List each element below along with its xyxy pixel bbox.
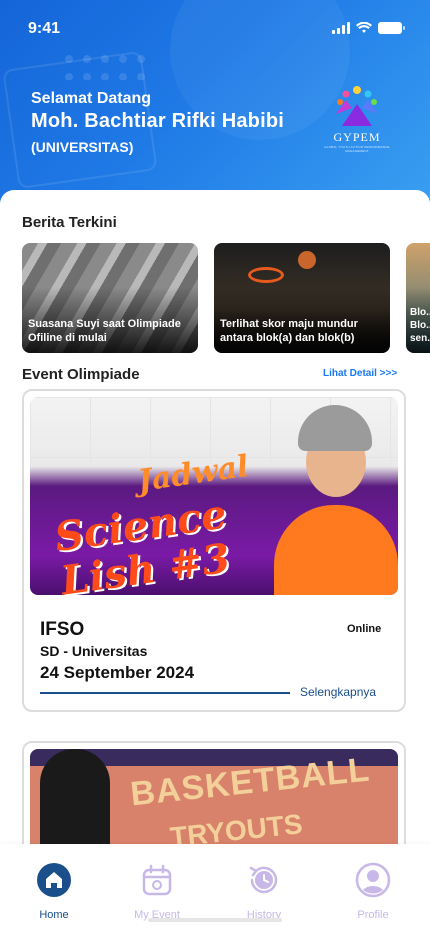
student-photo [270,397,398,595]
logo-icon [336,86,378,126]
battery-icon [378,22,405,34]
event-name: IFSO [40,619,85,640]
nav-label: Profile [357,909,389,921]
news-card-caption: Blo... Blo... sen... [410,307,430,344]
home-icon [37,863,71,897]
nav-item-my-event[interactable]: My Event [117,862,197,921]
news-card[interactable]: Terlihat skor maju mundur antara blok(a)… [214,243,390,353]
photo-hat [298,405,372,451]
user-name: Moh. Bachtiar Rifki Habibi [31,110,285,132]
event-banner-image: BASKETBALL TRYOUTS [30,749,398,850]
app-screen: 9:41 Selamat Datang Moh. Bachtiar Rifki … [0,0,430,932]
nav-label: Home [39,909,69,921]
event-banner-image: Jadwal Science Lish #3 [30,397,398,595]
basketball-image [298,251,316,269]
event-more-link[interactable]: Selengkapnya [300,685,376,699]
wifi-icon [356,22,372,33]
greeting-text: Selamat Datang [31,90,152,107]
event-card[interactable]: BASKETBALL TRYOUTS [22,741,406,850]
banner-text-line: BASKETBALL [128,750,372,814]
user-role: (UNIVERSITAS) [31,139,134,155]
nav-item-profile[interactable]: Profile [333,862,413,921]
status-time: 9:41 [28,20,61,37]
greeting-block: Selamat Datang Moh. Bachtiar Rifki Habib… [31,90,284,155]
nav-item-home[interactable]: Home [14,862,94,921]
news-section-title: Berita Terkini [22,214,117,231]
photo-body [274,505,398,595]
news-card-caption: Terlihat skor maju mundur antara blok(a)… [220,318,358,344]
gypem-logo: GYPEM GLOBAL YOUTH ACTION PERFORMANCE MA… [320,82,394,156]
calendar-icon [142,864,172,896]
status-icons [332,22,405,34]
profile-icon [355,862,391,898]
news-card-caption: Suasana Suyi saat Olimpiade Ofiline di m… [28,318,181,344]
event-section-title: Event Olimpiade [22,366,140,383]
event-date: 24 September 2024 [40,663,195,682]
header-banner: 9:41 Selamat Datang Moh. Bachtiar Rifki … [0,0,430,215]
news-carousel[interactable]: Suasana Suyi saat Olimpiade Ofiline di m… [22,243,430,353]
news-card[interactable]: Suasana Suyi saat Olimpiade Ofiline di m… [22,243,198,353]
history-icon [249,866,278,894]
event-level: SD - Universitas [40,643,148,659]
nav-item-history[interactable]: History [224,862,304,921]
content-sheet: Berita Terkini Suasana Suyi saat Olimpia… [0,190,430,850]
logo-text: GYPEM [333,130,381,144]
basketball-player-silhouette [40,749,110,850]
logo-subtext: GLOBAL YOUTH ACTION PERFORMANCE MANAGEME… [324,145,390,153]
event-card[interactable]: Jadwal Science Lish #3 IFSO Online SD - … [22,389,406,712]
home-indicator [148,918,282,922]
event-mode: Online [347,623,382,635]
status-bar: 9:41 [0,0,430,56]
see-detail-link[interactable]: Lihat Detail >>> [323,368,397,379]
cellular-signal-icon [332,22,350,34]
basketball-hoop-image [248,267,284,283]
news-card[interactable]: Blo... Blo... sen... [406,243,430,353]
event-divider [40,692,290,694]
